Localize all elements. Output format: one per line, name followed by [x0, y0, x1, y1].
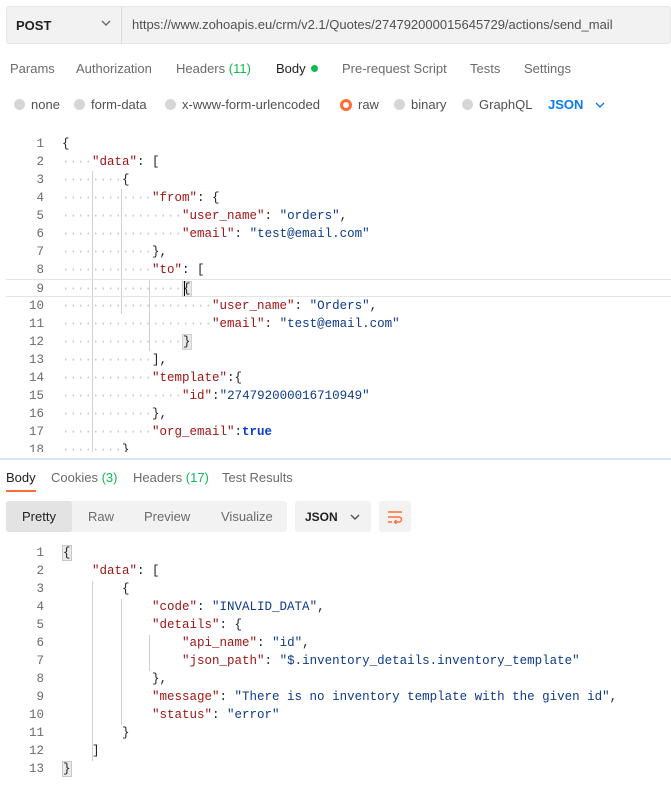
radio-label: form-data	[91, 97, 147, 112]
body-format-label: JSON	[548, 97, 584, 112]
view-visualize-button[interactable]: Visualize	[221, 509, 273, 524]
code-line: 16 ············},	[28, 407, 168, 421]
tab-settings[interactable]: Settings	[524, 61, 571, 76]
code-line: 15 ················"id":"2747920000167109…	[28, 389, 370, 403]
code-line: 4 ············"from": {	[36, 191, 220, 205]
headers-count-badge: (17)	[185, 470, 209, 485]
pane-divider[interactable]	[0, 458, 671, 460]
view-preview-button[interactable]: Preview	[144, 509, 190, 524]
request-body-editor[interactable]: 1{ 2 ····"data": [ 3 ········{ 4 ··········…	[6, 134, 671, 452]
code-line: 8 ············"to": [	[36, 263, 205, 277]
code-line: 7 ············},	[36, 245, 168, 259]
code-line: 13}	[28, 761, 72, 777]
code-line: 6 ················"email": "test@email.co…	[36, 227, 370, 241]
code-line: 17 ············"org_email":true	[28, 425, 273, 439]
code-line: 5 "details": {	[36, 618, 243, 632]
code-line: 12 ················}	[28, 334, 192, 350]
tab-params[interactable]: Params	[10, 61, 55, 76]
radio-form-data[interactable]: form-data	[74, 97, 147, 112]
tab-headers[interactable]: Headers (11)	[176, 61, 251, 76]
response-format-select[interactable]: JSON	[295, 501, 371, 532]
tab-body-label: Body	[276, 61, 306, 76]
radio-raw[interactable]: raw	[340, 97, 379, 112]
radio-label: GraphQL	[479, 97, 533, 112]
code-line: 3 ········{	[36, 173, 130, 187]
code-line: 8 },	[36, 672, 168, 686]
body-format-select[interactable]: JSON	[548, 97, 605, 112]
code-line: 11 }	[28, 726, 130, 740]
radio-label: x-www-form-urlencoded	[182, 97, 320, 112]
tab-authorization[interactable]: Authorization	[76, 61, 152, 76]
tab-pre-request-script[interactable]: Pre-request Script	[342, 61, 447, 76]
response-tab-test-results[interactable]: Test Results	[222, 470, 293, 485]
radio-circle	[74, 99, 85, 110]
radio-binary[interactable]: binary	[394, 97, 446, 112]
response-tab-headers[interactable]: Headers (17)	[133, 470, 209, 485]
code-line: 13 ············],	[28, 353, 168, 367]
wrap-lines-icon	[388, 510, 403, 524]
cookies-label: Cookies	[51, 470, 98, 485]
response-tab-cookies[interactable]: Cookies (3)	[51, 470, 117, 485]
code-line: 18 ········}	[28, 443, 130, 452]
code-line-current: 9 ················{	[6, 279, 671, 297]
cookies-count-badge: (3)	[101, 470, 118, 485]
code-line: 7 "json_path": "$.inventory_details.inve…	[36, 654, 580, 668]
url-input[interactable]: https://www.zohoapis.eu/crm/v2.1/Quotes/…	[132, 17, 613, 32]
chevron-down-icon	[101, 20, 111, 26]
view-raw-button[interactable]: Raw	[88, 509, 114, 524]
tab-body[interactable]: Body	[276, 61, 318, 76]
headers-label: Headers	[133, 470, 183, 485]
radio-label: binary	[411, 97, 447, 112]
radio-circle	[14, 99, 25, 110]
radio-urlencoded[interactable]: x-www-form-urlencoded	[165, 97, 320, 112]
body-indicator-dot	[310, 65, 318, 72]
response-tab-body[interactable]: Body	[6, 470, 36, 485]
radio-circle	[165, 99, 176, 110]
code-line: 14 ············"template":{	[28, 371, 243, 385]
tab-tests[interactable]: Tests	[470, 61, 500, 76]
radio-circle-selected	[340, 98, 352, 111]
radio-label: none	[31, 97, 60, 112]
code-line: 6 "api_name": "id",	[36, 636, 310, 650]
view-pretty-button[interactable]: Pretty	[22, 509, 56, 524]
tab-headers-label: Headers	[176, 61, 226, 76]
radio-circle	[462, 99, 473, 110]
headers-count-badge: (11)	[228, 61, 251, 76]
code-line: 11 ····················"email": "test@ema…	[28, 317, 400, 331]
chevron-down-icon	[350, 514, 360, 520]
wrap-lines-button[interactable]	[379, 501, 411, 532]
radio-graphql[interactable]: GraphQL	[462, 97, 532, 112]
code-line: 4 "code": "INVALID_DATA",	[36, 600, 325, 614]
radio-label: raw	[358, 97, 379, 112]
code-line: 1{	[36, 545, 72, 561]
active-tab-underline	[6, 490, 36, 492]
code-line: 9 "message": "There is no inventory temp…	[36, 690, 618, 704]
radio-circle	[394, 99, 405, 110]
code-line: 2 ····"data": [	[36, 155, 160, 169]
code-line: 10 "status": "error"	[28, 708, 280, 722]
chevron-down-icon	[595, 102, 605, 108]
code-line: 12 ]	[28, 744, 100, 758]
response-body-viewer[interactable]: 1{ 2 "data": [ 3 { 4 "code": "INVALID_DA…	[6, 544, 671, 784]
method-select[interactable]: POST	[6, 6, 122, 44]
text-caret	[184, 281, 185, 296]
code-line: 1{	[36, 137, 70, 151]
code-line: 5 ················"user_name": "orders",	[36, 209, 348, 223]
code-line: 3 {	[36, 582, 130, 596]
response-format-label: JSON	[305, 509, 338, 524]
method-label: POST	[16, 17, 52, 33]
radio-none[interactable]: none	[14, 97, 60, 112]
code-line: 10 ····················"user_name": "Orde…	[28, 299, 378, 313]
code-line: 2 "data": [	[36, 564, 160, 578]
